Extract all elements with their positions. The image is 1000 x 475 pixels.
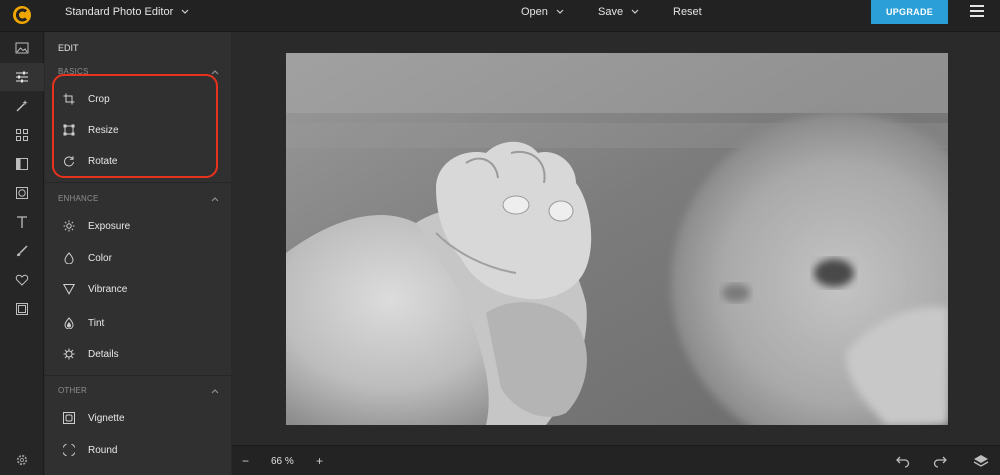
vignette-icon[interactable] [0,179,44,207]
rotate-icon [63,155,75,167]
tint-label: Tint [88,317,105,329]
open-label: Open [521,6,548,18]
border-icon[interactable] [0,295,44,323]
chevron-down-icon [556,9,564,14]
chevron-up-icon[interactable] [211,388,219,394]
tool-rail [0,32,44,475]
chevron-down-icon [631,9,639,14]
zoom-in-button[interactable]: + [316,454,323,468]
edit-panel: EDIT BASICS Crop Resize Rotate ENHANCE E… [45,32,231,475]
vibrance-tool[interactable]: Vibrance [63,279,223,299]
resize-tool[interactable]: Resize [63,120,223,140]
round-corners-icon [63,444,75,456]
vignette-tool[interactable]: Vignette [63,408,223,428]
resize-icon [63,124,75,136]
reset-button[interactable]: Reset [673,6,702,18]
zoom-out-button[interactable]: − [242,454,249,468]
tint-icon [63,317,75,329]
color-label: Color [88,252,112,264]
save-menu[interactable]: Save [598,6,639,18]
upgrade-button[interactable]: UPGRADE [871,0,948,24]
app-name: Standard Photo Editor [65,6,174,18]
vignette-label: Vignette [88,412,125,424]
tint-tool[interactable]: Tint [63,313,223,333]
section-other-label: OTHER [58,386,87,395]
layers-icon[interactable] [973,454,989,468]
crop-icon [63,93,75,105]
photo-canvas[interactable] [286,53,948,425]
reset-label: Reset [673,6,702,18]
gear-icon[interactable] [15,453,29,467]
section-divider [45,182,231,183]
round-label: Round [88,444,118,456]
zoom-level: 66 % [271,456,294,467]
top-bar: Standard Photo Editor Open Save Reset UP… [0,0,1000,32]
hamburger-menu-icon[interactable] [970,5,984,17]
chevron-up-icon[interactable] [211,69,219,75]
vibrance-label: Vibrance [88,283,128,295]
details-label: Details [88,348,119,360]
section-basics-label: BASICS [58,67,89,76]
section-enhance-label: ENHANCE [58,194,99,203]
details-tool[interactable]: Details [63,344,223,364]
color-tool[interactable]: Color [63,248,223,268]
app-logo-icon[interactable] [12,5,32,25]
rotate-label: Rotate [88,155,118,167]
details-icon [63,348,75,360]
crop-tool[interactable]: Crop [63,89,223,109]
exposure-label: Exposure [88,220,131,232]
brush-icon[interactable] [0,237,44,265]
wand-icon[interactable] [0,92,44,120]
image-icon[interactable] [0,34,44,62]
bottom-bar: − 66 % + [232,445,1000,475]
app-mode-selector[interactable]: Standard Photo Editor [65,6,189,18]
round-tool[interactable]: Round [63,440,223,460]
photo-image [286,53,948,425]
text-icon[interactable] [0,208,44,236]
crop-label: Crop [88,93,110,105]
undo-icon[interactable] [894,454,910,468]
grid-icon[interactable] [0,121,44,149]
section-divider [45,375,231,376]
save-label: Save [598,6,624,18]
exposure-tool[interactable]: Exposure [63,216,223,236]
rotate-tool[interactable]: Rotate [63,151,223,171]
frame-icon[interactable] [0,150,44,178]
chevron-up-icon[interactable] [211,196,219,202]
open-menu[interactable]: Open [521,6,564,18]
resize-label: Resize [88,124,119,136]
droplet-icon [63,252,75,264]
chevron-down-icon [181,9,189,14]
sliders-icon[interactable] [0,63,44,91]
heart-icon[interactable] [0,266,44,294]
panel-title: EDIT [58,43,79,53]
sun-icon [63,220,75,232]
triangle-icon [63,283,75,295]
redo-icon[interactable] [933,454,949,468]
vignette-icon [63,412,75,424]
